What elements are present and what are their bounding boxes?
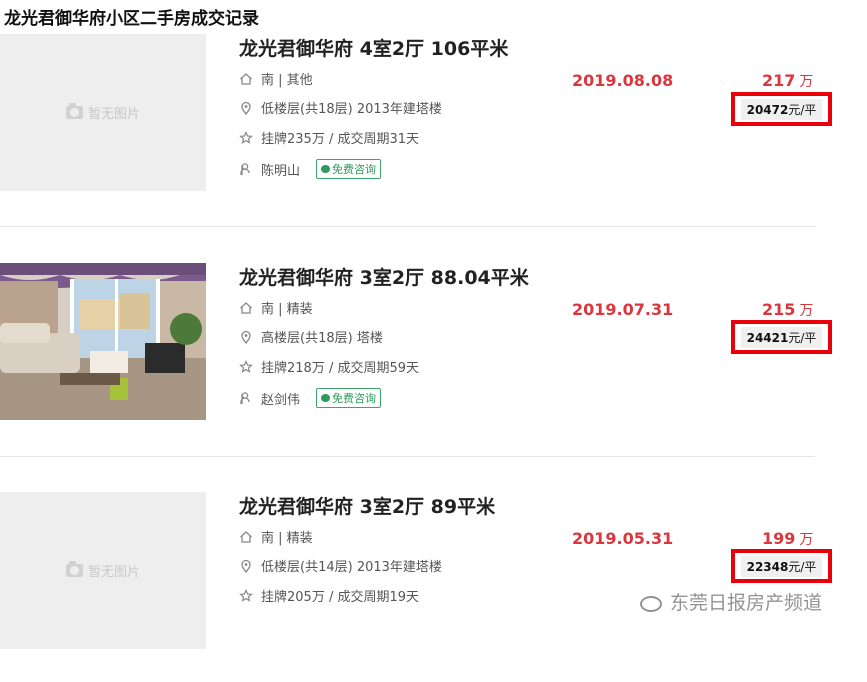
person-icon xyxy=(240,392,250,404)
person-icon xyxy=(240,163,250,175)
consult-label: 免费咨询 xyxy=(332,392,377,405)
agent-row: 赵剑伟 免费咨询 xyxy=(239,388,382,408)
orientation-text: 南 | 精装 xyxy=(261,302,313,317)
watermark: 东莞日报房产频道 xyxy=(640,588,822,615)
orientation-row: 南 | 精装 xyxy=(239,298,313,317)
living-room-photo xyxy=(0,263,206,420)
listing-thumbnail[interactable]: 暂无图片 xyxy=(0,34,206,191)
unit-price-suffix: 元/平 xyxy=(788,330,817,345)
free-consult-button[interactable]: 免费咨询 xyxy=(316,159,382,179)
floor-text: 低楼层(共14层) 2013年建塔楼 xyxy=(261,560,442,575)
unit-price-suffix: 元/平 xyxy=(788,102,817,117)
floor-text: 高楼层(共18层) 塔楼 xyxy=(261,331,383,346)
listing-info-row: 挂牌205万 / 成交周期19天 xyxy=(239,586,419,605)
unit-price-suffix: 元/平 xyxy=(788,559,817,574)
agent-name[interactable]: 陈明山 xyxy=(261,160,300,179)
listing-item[interactable]: 暂无图片 龙光君御华府 4室2厅 106平米 南 | 其他 低楼层(共18层) … xyxy=(0,34,867,224)
total-price-value: 217 xyxy=(762,71,796,90)
consult-label: 免费咨询 xyxy=(332,163,377,176)
listing-title[interactable]: 龙光君御华府 3室2厅 89平米 xyxy=(239,492,495,519)
unit-price-highlight: 20472元/平 xyxy=(731,92,832,126)
listing-thumbnail[interactable]: 暂无图片 xyxy=(0,492,206,649)
unit-price: 24421元/平 xyxy=(740,326,823,348)
no-image-placeholder: 暂无图片 xyxy=(65,103,140,122)
total-price-value: 215 xyxy=(762,300,796,319)
listing-info-text: 挂牌205万 / 成交周期19天 xyxy=(261,590,419,605)
location-pin-icon xyxy=(241,559,251,573)
divider xyxy=(0,456,815,457)
page-title: 龙光君御华府小区二手房成交记录 xyxy=(4,9,259,29)
unit-price-value: 20472 xyxy=(746,102,789,117)
orientation-row: 南 | 精装 xyxy=(239,527,313,546)
unit-price-highlight: 24421元/平 xyxy=(731,320,832,354)
listing-item[interactable]: 暂无图片 龙光君御华府 3室2厅 89平米 南 | 精装 低楼层(共14层) 2… xyxy=(0,492,867,682)
house-icon xyxy=(240,530,252,543)
divider xyxy=(0,226,815,227)
star-icon xyxy=(239,359,253,373)
total-price-value: 199 xyxy=(762,529,796,548)
location-pin-icon xyxy=(241,330,251,344)
location-pin-icon xyxy=(241,101,251,115)
listing-photo[interactable] xyxy=(0,263,206,420)
floor-row: 高楼层(共18层) 塔楼 xyxy=(239,327,383,346)
unit-price-highlight: 22348元/平 xyxy=(731,549,832,583)
total-price-unit: 万 xyxy=(799,303,814,319)
unit-price: 22348元/平 xyxy=(740,555,823,577)
floor-row: 低楼层(共18层) 2013年建塔楼 xyxy=(239,98,442,117)
agent-row: 陈明山 免费咨询 xyxy=(239,159,382,179)
deal-date: 2019.07.31 xyxy=(572,300,674,319)
deal-date: 2019.08.08 xyxy=(572,71,674,90)
unit-price: 20472元/平 xyxy=(740,98,823,120)
listing-title[interactable]: 龙光君御华府 3室2厅 88.04平米 xyxy=(239,263,529,290)
chat-icon xyxy=(321,165,331,173)
house-icon xyxy=(240,301,252,314)
total-price-unit: 万 xyxy=(799,532,814,548)
placeholder-text: 暂无图片 xyxy=(87,565,140,580)
agent-name[interactable]: 赵剑伟 xyxy=(261,389,300,408)
listing-title[interactable]: 龙光君御华府 4室2厅 106平米 xyxy=(239,34,508,61)
no-image-placeholder: 暂无图片 xyxy=(65,561,140,580)
chat-icon xyxy=(321,394,331,402)
total-price: 217 万 xyxy=(762,71,813,91)
listing-info-text: 挂牌235万 / 成交周期31天 xyxy=(261,132,419,147)
orientation-text: 南 | 其他 xyxy=(261,73,313,88)
total-price: 215 万 xyxy=(762,300,813,320)
floor-text: 低楼层(共18层) 2013年建塔楼 xyxy=(261,102,442,117)
listing-info-row: 挂牌235万 / 成交周期31天 xyxy=(239,128,419,147)
orientation-row: 南 | 其他 xyxy=(239,69,313,88)
star-icon xyxy=(239,588,253,602)
watermark-text: 东莞日报房产频道 xyxy=(670,592,823,614)
camera-icon xyxy=(65,561,83,577)
total-price: 199 万 xyxy=(762,529,813,549)
free-consult-button[interactable]: 免费咨询 xyxy=(316,388,382,408)
star-icon xyxy=(239,130,253,144)
listing-item[interactable]: 龙光君御华府 3室2厅 88.04平米 南 | 精装 高楼层(共18层) 塔楼 … xyxy=(0,263,867,453)
camera-icon xyxy=(65,103,83,119)
deal-date: 2019.05.31 xyxy=(572,529,674,548)
floor-row: 低楼层(共14层) 2013年建塔楼 xyxy=(239,556,442,575)
orientation-text: 南 | 精装 xyxy=(261,531,313,546)
listing-info-text: 挂牌218万 / 成交周期59天 xyxy=(261,361,419,376)
wechat-logo-icon xyxy=(640,595,662,612)
house-icon xyxy=(240,72,252,85)
total-price-unit: 万 xyxy=(799,74,814,90)
unit-price-value: 24421 xyxy=(746,330,789,345)
unit-price-value: 22348 xyxy=(746,559,789,574)
listing-info-row: 挂牌218万 / 成交周期59天 xyxy=(239,357,419,376)
placeholder-text: 暂无图片 xyxy=(87,107,140,122)
